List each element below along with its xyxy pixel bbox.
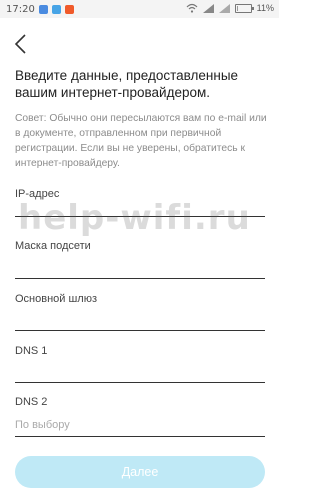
tip-text: Совет: Обычно они пересылаются вам по e-… [15,113,267,169]
battery-icon [234,3,254,13]
ip-address-underline [15,216,265,217]
gateway-field[interactable]: Основной шлюз [15,293,265,331]
chevron-left-icon [14,34,26,54]
gateway-label: Основной шлюз [15,293,98,305]
mail-icon [51,4,61,14]
dns1-label: DNS 1 [15,345,48,357]
page-title: Введите данные, предоставленные вашим ин… [15,68,239,100]
ip-address-label: IP-адрес [15,188,60,200]
subnet-mask-field[interactable]: Маска подсети [15,240,265,279]
dns2-field[interactable]: DNS 2 По выбору [15,396,265,438]
status-bar: 17:20 11% [0,0,279,18]
battery-percent: 11% [256,3,274,13]
next-button[interactable]: Далее [15,456,265,488]
dns1-underline [15,382,265,383]
vk-icon [38,4,48,14]
dns1-field[interactable]: DNS 1 [15,345,265,383]
app-icon [64,4,74,14]
back-button[interactable] [10,31,34,57]
status-time: 17:20 [6,3,35,15]
signal-icon-2 [218,3,230,13]
signal-icon [202,3,214,13]
gateway-underline [15,330,265,331]
dns2-input[interactable]: По выбору [15,419,70,431]
subnet-mask-label: Маска подсети [15,240,91,252]
dns2-label: DNS 2 [15,396,48,408]
ip-address-field[interactable]: IP-адрес [15,188,265,218]
wifi-icon [186,3,198,13]
subnet-mask-underline [15,278,265,279]
dns2-underline [15,436,265,437]
